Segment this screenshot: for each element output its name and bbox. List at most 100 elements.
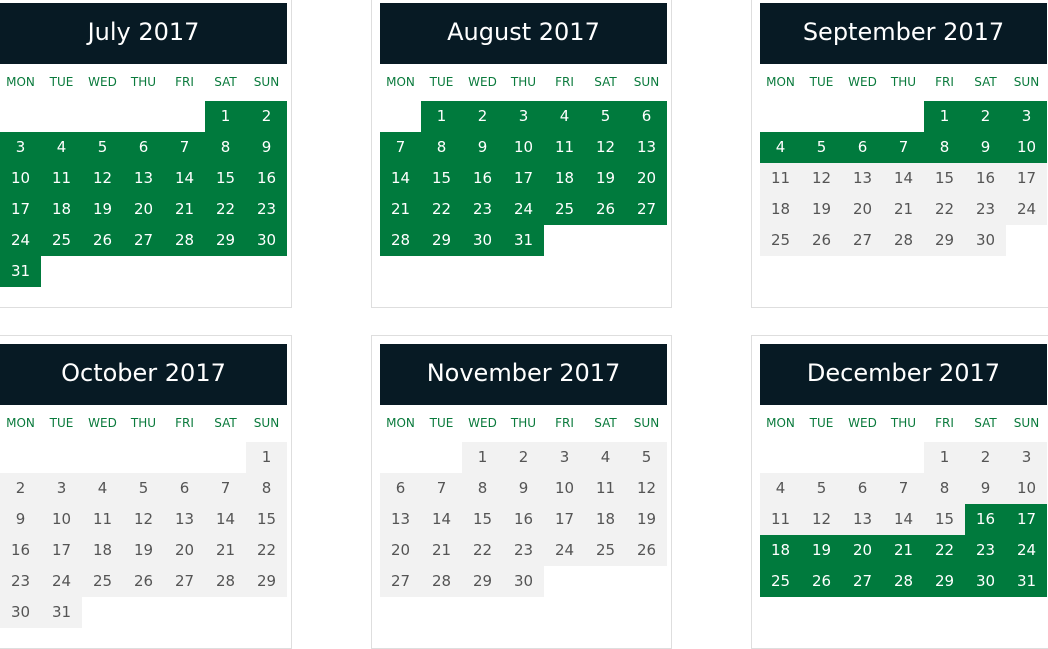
day-cell[interactable]: 13 <box>842 504 883 535</box>
day-cell-highlighted[interactable]: 10 <box>1006 132 1047 163</box>
day-cell[interactable]: 24 <box>1006 194 1047 225</box>
day-cell[interactable]: 14 <box>421 504 462 535</box>
day-cell-highlighted[interactable]: 20 <box>842 535 883 566</box>
day-cell[interactable]: 26 <box>123 566 164 597</box>
day-cell[interactable]: 16 <box>0 535 41 566</box>
day-cell-highlighted[interactable]: 22 <box>421 194 462 225</box>
day-cell-highlighted[interactable]: 6 <box>626 101 667 132</box>
day-cell-highlighted[interactable]: 20 <box>123 194 164 225</box>
day-cell[interactable]: 9 <box>0 504 41 535</box>
day-cell-highlighted[interactable]: 23 <box>246 194 287 225</box>
day-cell[interactable]: 12 <box>626 473 667 504</box>
day-cell[interactable]: 8 <box>246 473 287 504</box>
day-cell-highlighted[interactable]: 24 <box>0 225 41 256</box>
day-cell[interactable]: 3 <box>41 473 82 504</box>
day-cell[interactable]: 25 <box>760 225 801 256</box>
day-cell[interactable]: 23 <box>965 194 1006 225</box>
day-cell-highlighted[interactable]: 29 <box>924 566 965 597</box>
day-cell-highlighted[interactable]: 13 <box>626 132 667 163</box>
day-cell[interactable]: 30 <box>0 597 41 628</box>
day-cell-highlighted[interactable]: 11 <box>41 163 82 194</box>
day-cell-highlighted[interactable]: 22 <box>924 535 965 566</box>
day-cell[interactable]: 20 <box>842 194 883 225</box>
day-cell[interactable]: 19 <box>801 194 842 225</box>
day-cell[interactable]: 25 <box>585 535 626 566</box>
day-cell[interactable]: 22 <box>924 194 965 225</box>
day-cell-highlighted[interactable]: 12 <box>585 132 626 163</box>
day-cell-highlighted[interactable]: 24 <box>1006 535 1047 566</box>
day-cell[interactable]: 10 <box>1006 473 1047 504</box>
day-cell[interactable]: 2 <box>503 442 544 473</box>
day-cell[interactable]: 30 <box>965 225 1006 256</box>
day-cell[interactable]: 13 <box>842 163 883 194</box>
day-cell[interactable]: 1 <box>924 442 965 473</box>
day-cell[interactable]: 15 <box>462 504 503 535</box>
day-cell-highlighted[interactable]: 23 <box>462 194 503 225</box>
day-cell-highlighted[interactable]: 28 <box>380 225 421 256</box>
day-cell[interactable]: 14 <box>883 504 924 535</box>
day-cell[interactable]: 4 <box>585 442 626 473</box>
day-cell[interactable]: 18 <box>82 535 123 566</box>
day-cell[interactable]: 11 <box>585 473 626 504</box>
day-cell-highlighted[interactable]: 28 <box>883 566 924 597</box>
day-cell[interactable]: 8 <box>462 473 503 504</box>
day-cell[interactable]: 18 <box>760 194 801 225</box>
day-cell-highlighted[interactable]: 16 <box>246 163 287 194</box>
day-cell[interactable]: 28 <box>883 225 924 256</box>
day-cell-highlighted[interactable]: 18 <box>41 194 82 225</box>
day-cell-highlighted[interactable]: 30 <box>246 225 287 256</box>
day-cell[interactable]: 5 <box>626 442 667 473</box>
day-cell-highlighted[interactable]: 10 <box>0 163 41 194</box>
day-cell[interactable]: 28 <box>421 566 462 597</box>
day-cell[interactable]: 10 <box>41 504 82 535</box>
day-cell[interactable]: 9 <box>965 473 1006 504</box>
day-cell-highlighted[interactable]: 9 <box>965 132 1006 163</box>
day-cell-highlighted[interactable]: 5 <box>585 101 626 132</box>
day-cell-highlighted[interactable]: 9 <box>462 132 503 163</box>
day-cell-highlighted[interactable]: 7 <box>883 132 924 163</box>
day-cell-highlighted[interactable]: 15 <box>205 163 246 194</box>
day-cell-highlighted[interactable]: 2 <box>246 101 287 132</box>
day-cell[interactable]: 17 <box>544 504 585 535</box>
day-cell[interactable]: 13 <box>164 504 205 535</box>
day-cell-highlighted[interactable]: 24 <box>503 194 544 225</box>
day-cell[interactable]: 7 <box>205 473 246 504</box>
day-cell[interactable]: 20 <box>164 535 205 566</box>
day-cell[interactable]: 8 <box>924 473 965 504</box>
day-cell-highlighted[interactable]: 6 <box>123 132 164 163</box>
day-cell[interactable]: 12 <box>801 163 842 194</box>
day-cell-highlighted[interactable]: 21 <box>164 194 205 225</box>
day-cell[interactable]: 30 <box>503 566 544 597</box>
day-cell[interactable]: 17 <box>41 535 82 566</box>
day-cell-highlighted[interactable]: 19 <box>585 163 626 194</box>
day-cell[interactable]: 9 <box>503 473 544 504</box>
day-cell[interactable]: 14 <box>883 163 924 194</box>
day-cell-highlighted[interactable]: 26 <box>585 194 626 225</box>
day-cell[interactable]: 11 <box>82 504 123 535</box>
day-cell-highlighted[interactable]: 29 <box>421 225 462 256</box>
day-cell[interactable]: 23 <box>0 566 41 597</box>
day-cell-highlighted[interactable]: 23 <box>965 535 1006 566</box>
day-cell-highlighted[interactable]: 30 <box>965 566 1006 597</box>
day-cell[interactable]: 21 <box>421 535 462 566</box>
day-cell[interactable]: 22 <box>462 535 503 566</box>
day-cell-highlighted[interactable]: 25 <box>544 194 585 225</box>
day-cell-highlighted[interactable]: 26 <box>82 225 123 256</box>
day-cell-highlighted[interactable]: 9 <box>246 132 287 163</box>
day-cell-highlighted[interactable]: 8 <box>421 132 462 163</box>
day-cell[interactable]: 19 <box>123 535 164 566</box>
day-cell-highlighted[interactable]: 27 <box>842 566 883 597</box>
day-cell-highlighted[interactable]: 17 <box>1006 504 1047 535</box>
day-cell-highlighted[interactable]: 29 <box>205 225 246 256</box>
day-cell-highlighted[interactable]: 20 <box>626 163 667 194</box>
day-cell-highlighted[interactable]: 31 <box>1006 566 1047 597</box>
day-cell-highlighted[interactable]: 7 <box>164 132 205 163</box>
day-cell-highlighted[interactable]: 8 <box>205 132 246 163</box>
day-cell[interactable]: 26 <box>801 225 842 256</box>
day-cell-highlighted[interactable]: 11 <box>544 132 585 163</box>
day-cell-highlighted[interactable]: 27 <box>626 194 667 225</box>
day-cell[interactable]: 31 <box>41 597 82 628</box>
day-cell-highlighted[interactable]: 18 <box>544 163 585 194</box>
day-cell-highlighted[interactable]: 16 <box>965 504 1006 535</box>
day-cell[interactable]: 2 <box>0 473 41 504</box>
